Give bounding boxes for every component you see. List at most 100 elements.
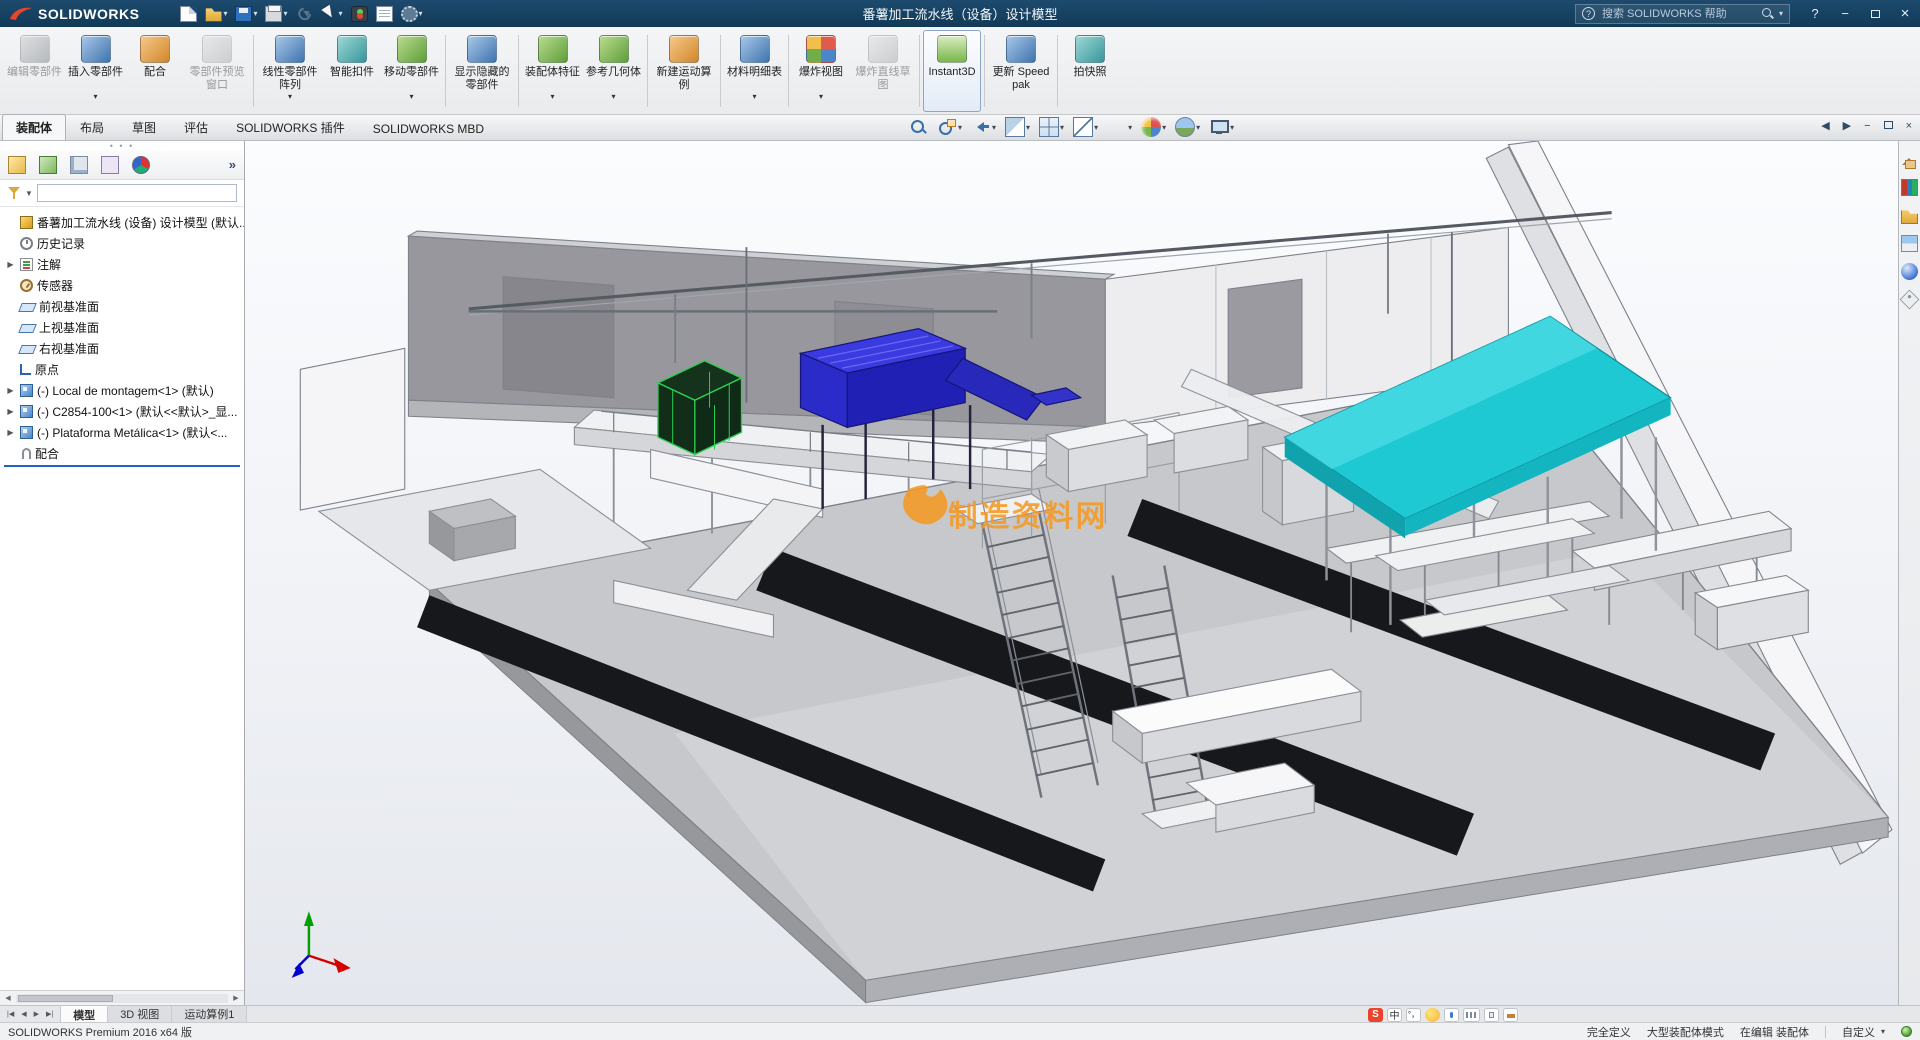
expand-arrow-icon[interactable]: ▶ <box>5 407 16 416</box>
save-button[interactable]: ▾ <box>232 4 260 24</box>
tree-item-top-plane[interactable]: 上视基准面 <box>0 317 244 338</box>
tree-item-origin[interactable]: 原点 <box>0 359 244 380</box>
mic-icon[interactable] <box>1444 1008 1459 1022</box>
dropdown-caret-icon[interactable]: ▾ <box>409 93 413 101</box>
punctuation-icon[interactable]: °， <box>1406 1008 1421 1022</box>
select-button[interactable]: ▾ <box>318 4 346 24</box>
print-button[interactable]: ▾ <box>262 4 290 24</box>
ribbon-move-component[interactable]: 移动零部件▾ <box>381 30 442 112</box>
tab-evaluate[interactable]: 评估 <box>170 114 222 140</box>
tree-item-mates[interactable]: 配合 <box>0 443 244 464</box>
scroll-right-icon[interactable]: ▶ <box>230 994 242 1002</box>
resources-tab[interactable] <box>1901 151 1918 168</box>
ribbon-instant3d[interactable]: Instant3D <box>923 30 981 112</box>
open-file-button[interactable]: ▾ <box>202 4 230 24</box>
previous-tab-button[interactable]: ◀ <box>18 1010 29 1018</box>
ribbon-bill-of-materials[interactable]: 材料明细表▾ <box>724 30 785 112</box>
dropdown-caret-icon[interactable]: ▾ <box>819 93 823 101</box>
panel-expand-chevron[interactable]: » <box>229 157 236 172</box>
dropdown-caret-icon[interactable]: ▾ <box>1196 123 1200 132</box>
tree-item-component-plataforma-metalica[interactable]: ▶(-) Plataforma Metálica<1> (默认<... <box>0 422 244 443</box>
first-tab-button[interactable]: |◀ <box>4 1010 17 1018</box>
previous-window-button[interactable]: ◀ <box>1821 119 1829 132</box>
rebuild-button[interactable] <box>348 4 371 24</box>
tree-item-history[interactable]: 历史记录 <box>0 233 244 254</box>
dropdown-caret-icon[interactable]: ▾ <box>1230 123 1234 132</box>
ribbon-insert-components[interactable]: 插入零部件▾ <box>65 30 126 112</box>
view-settings-button[interactable]: ▾ <box>1209 117 1234 137</box>
toolbox-icon[interactable] <box>1503 1008 1518 1022</box>
sogou-logo-icon[interactable]: S <box>1368 1008 1383 1022</box>
soft-keyboard-icon[interactable] <box>1463 1008 1480 1022</box>
tree-filter-input[interactable] <box>37 184 237 202</box>
file-explorer-tab[interactable] <box>1901 207 1918 224</box>
tab-assembly[interactable]: 装配体 <box>2 114 66 140</box>
ribbon-smart-fasteners[interactable]: 智能扣件 <box>323 30 381 112</box>
custom-properties-tab[interactable] <box>1900 290 1920 310</box>
tree-item-component-c2854-100[interactable]: ▶(-) C2854-100<1> (默认<<默认>_显... <box>0 401 244 422</box>
tab-sketch[interactable]: 草图 <box>118 114 170 140</box>
dropdown-caret-icon[interactable]: ▾ <box>1094 123 1098 132</box>
expand-arrow-icon[interactable]: ▶ <box>5 260 16 269</box>
tree-item-component-local-de-montagem[interactable]: ▶(-) Local de montagem<1> (默认) <box>0 380 244 401</box>
previous-view-button[interactable]: ▾ <box>971 117 996 137</box>
feature-manager-tab[interactable] <box>8 156 26 174</box>
dropdown-caret-icon[interactable]: ▾ <box>1128 123 1132 132</box>
scrollbar-track[interactable] <box>16 994 228 1003</box>
dropdown-caret-icon[interactable]: ▾ <box>288 93 292 101</box>
clipboard-icon[interactable] <box>1484 1008 1499 1022</box>
tree-item-front-plane[interactable]: 前视基准面 <box>0 296 244 317</box>
doc-tab-motion-study-1[interactable]: 运动算例1 <box>172 1006 247 1022</box>
tree-item-sensors[interactable]: 传感器 <box>0 275 244 296</box>
appearances-tab[interactable] <box>1901 263 1918 280</box>
help-sphere-icon[interactable] <box>1901 1026 1912 1037</box>
apply-scene-button[interactable]: ▾ <box>1175 117 1200 137</box>
tree-item-assembly-root[interactable]: 番薯加工流水线 (设备) 设计模型 (默认... <box>0 212 244 233</box>
dropdown-caret-icon[interactable]: ▾ <box>419 9 423 18</box>
file-properties-button[interactable] <box>373 4 396 24</box>
dropdown-caret-icon[interactable]: ▾ <box>339 9 343 18</box>
doc-tab-3d-views[interactable]: 3D 视图 <box>108 1006 172 1022</box>
filter-caret-icon[interactable]: ▼ <box>25 189 33 198</box>
section-view-button[interactable]: ▾ <box>1005 117 1030 137</box>
dropdown-caret-icon[interactable]: ▾ <box>1060 123 1064 132</box>
ribbon-assembly-features[interactable]: 装配体特征▾ <box>522 30 583 112</box>
ribbon-take-snapshot[interactable]: 拍快照 <box>1061 30 1119 112</box>
panel-h-scrollbar[interactable]: ◀ ▶ <box>0 990 244 1005</box>
dropdown-caret-icon[interactable]: ▾ <box>611 93 615 101</box>
zoom-fit-button[interactable] <box>908 117 928 137</box>
property-manager-tab[interactable] <box>39 156 57 174</box>
minimize-doc-button[interactable]: − <box>1864 120 1870 132</box>
configuration-manager-tab[interactable] <box>70 156 88 174</box>
view-palette-tab[interactable] <box>1901 235 1918 252</box>
dropdown-caret-icon[interactable]: ▾ <box>992 123 996 132</box>
customize-button[interactable]: 自定义 <box>1842 1024 1875 1040</box>
next-tab-button[interactable]: ▶ <box>31 1010 42 1018</box>
dropdown-caret-icon[interactable]: ▾ <box>223 9 227 18</box>
restore-doc-button[interactable] <box>1884 120 1893 132</box>
search-icon[interactable] <box>1761 7 1774 20</box>
search-caret-icon[interactable]: ▾ <box>1779 9 1783 18</box>
dropdown-caret-icon[interactable]: ▾ <box>958 123 962 132</box>
doc-tab-model[interactable]: 模型 <box>61 1006 108 1022</box>
design-library-tab[interactable] <box>1901 179 1918 196</box>
ribbon-mate[interactable]: 配合 <box>126 30 184 112</box>
options-button[interactable]: ▾ <box>398 4 426 24</box>
ribbon-exploded-view[interactable]: 爆炸视图▾ <box>792 30 850 112</box>
minimize-button[interactable]: − <box>1830 0 1860 27</box>
dropdown-caret-icon[interactable]: ▾ <box>752 93 756 101</box>
panel-splitter-grip[interactable]: • • • <box>0 141 244 150</box>
scroll-left-icon[interactable]: ◀ <box>2 994 14 1002</box>
dropdown-caret-icon[interactable]: ▾ <box>283 9 287 18</box>
expand-arrow-icon[interactable]: ▶ <box>5 386 16 395</box>
emoji-icon[interactable] <box>1425 1008 1440 1022</box>
edit-appearance-button[interactable]: ▾ <box>1141 117 1166 137</box>
tab-sw-mbd[interactable]: SOLIDWORKS MBD <box>359 117 498 140</box>
graphics-area[interactable]: 制造资料网 <box>245 141 1898 1005</box>
dropdown-caret-icon[interactable]: ▾ <box>93 93 97 101</box>
tree-item-right-plane[interactable]: 右视基准面 <box>0 338 244 359</box>
help-button[interactable]: ? <box>1800 0 1830 27</box>
display-manager-tab[interactable] <box>132 156 150 174</box>
scrollbar-thumb[interactable] <box>18 995 113 1002</box>
ribbon-reference-geometry[interactable]: 参考几何体▾ <box>583 30 644 112</box>
